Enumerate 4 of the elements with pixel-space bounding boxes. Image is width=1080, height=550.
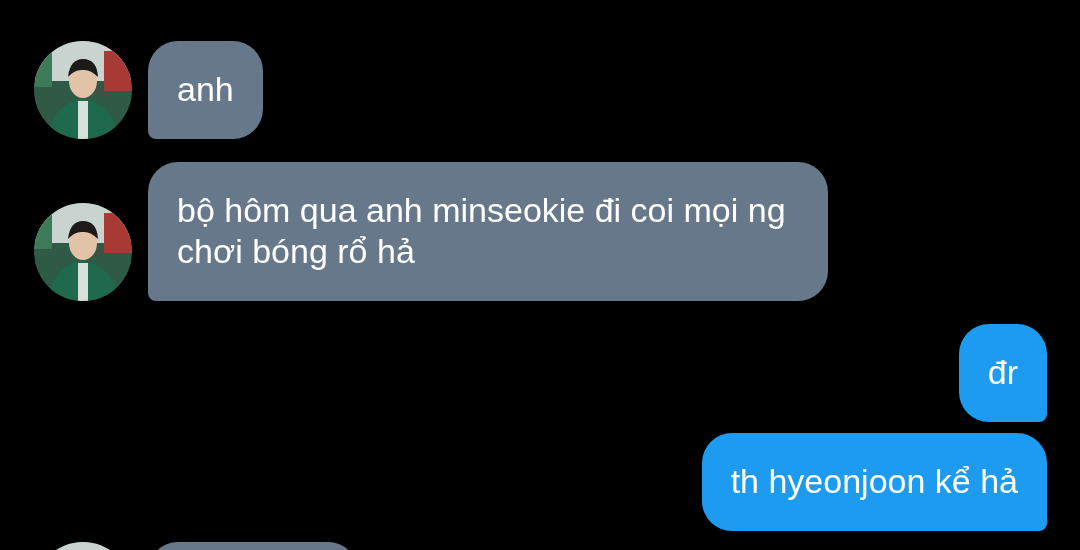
message-bubble: anh — [148, 41, 263, 139]
message-bubble: đr — [958, 324, 1047, 422]
message-bubble: th hyeonjoon kể hả — [701, 433, 1047, 531]
message-bubble: bộ hôm qua anh minseokie đi coi mọi ng chơi bóng rổ hả — [148, 162, 828, 301]
